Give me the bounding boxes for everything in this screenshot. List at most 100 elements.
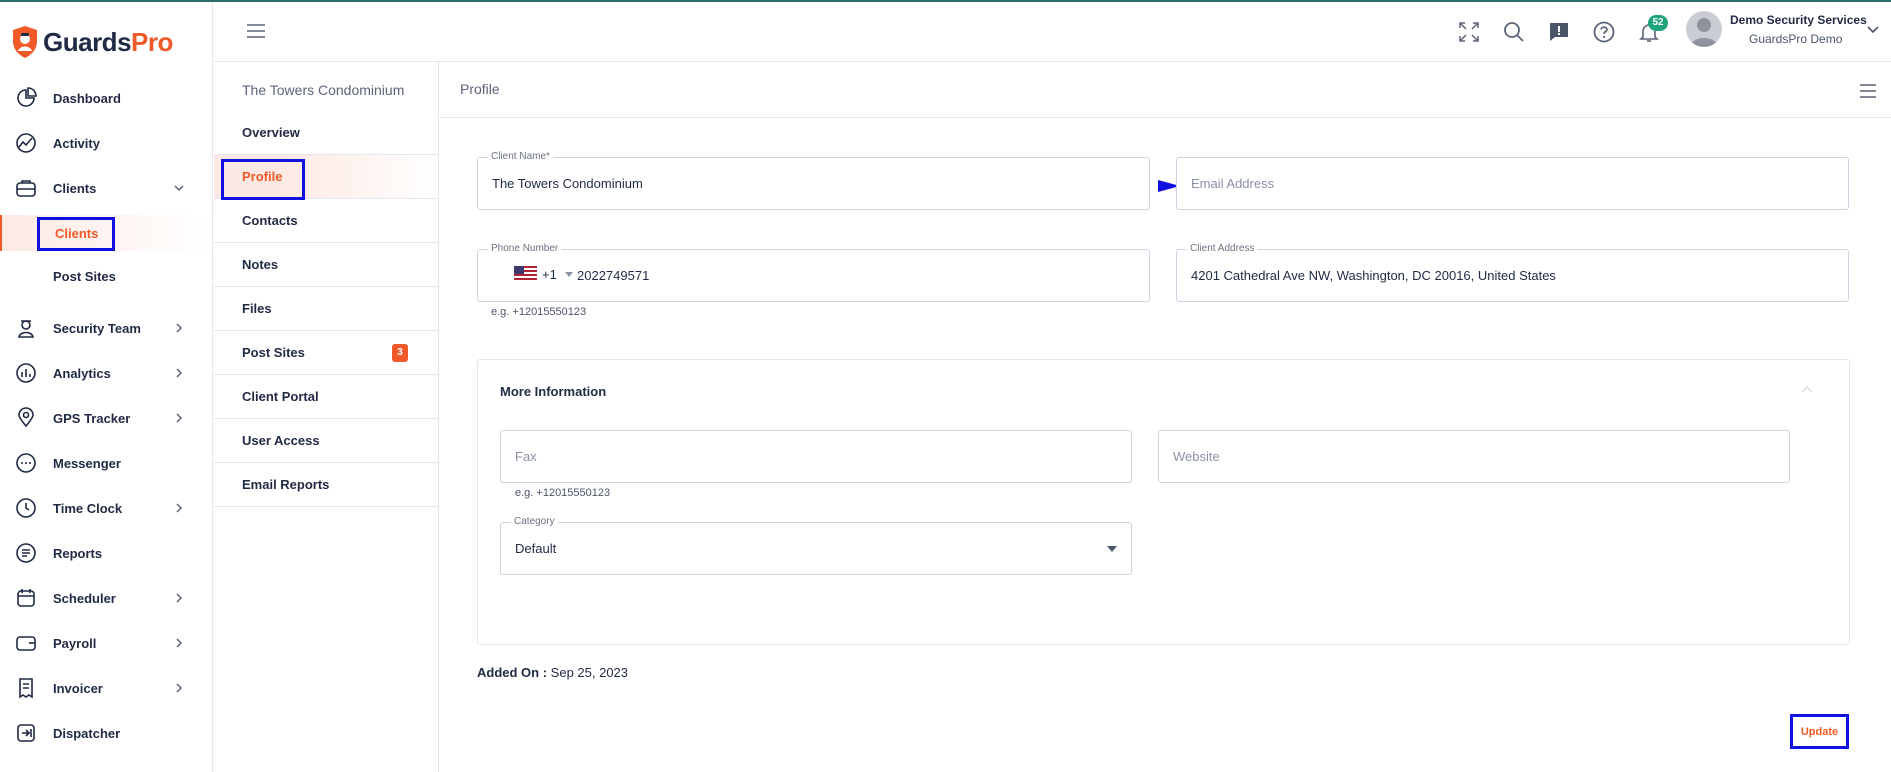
client-subnav: The Towers Condominium Overview Profile … [214,62,439,772]
sidebar-item-label: Analytics [53,365,111,381]
field-label: Category [511,516,558,527]
invoice-icon [19,678,33,699]
top-header: 52 Demo Security Services GuardsPro Demo [214,2,1891,62]
sidebar-item-label: Time Clock [53,500,123,516]
tab-notes[interactable]: Notes [214,243,438,287]
sidebar-item-label: Dashboard [53,90,121,106]
client-address-value: 4201 Cathedral Ave NW, Washington, DC 20… [1191,268,1556,283]
sidebar-item-label: GPS Tracker [53,410,131,426]
sidebar-subitem-post-sites[interactable]: Post Sites [0,258,212,294]
sidebar-item-label: Scheduler [53,590,116,606]
map-pin-icon [18,407,34,428]
fax-hint: e.g. +12015550123 [515,487,611,499]
chevron-up-icon[interactable] [1800,384,1814,394]
sidebar-item-label: Security Team [53,320,141,336]
sidebar-item-dispatcher[interactable]: Dispatcher [0,713,212,753]
client-title: The Towers Condominium [242,82,405,98]
client-name-field[interactable]: Client Name* The Towers Condominium [477,151,1150,210]
tab-user-access[interactable]: User Access [214,419,438,463]
field-label: Client Name* [488,151,553,162]
tab-files[interactable]: Files [214,287,438,331]
chevron-down-icon [174,185,184,192]
chevron-right-icon [176,368,183,378]
avatar[interactable] [1686,11,1722,47]
tab-label: Overview [242,125,300,140]
sidebar-item-dashboard[interactable]: Dashboard [0,78,212,118]
sidebar-item-gps-tracker[interactable]: GPS Tracker [0,398,212,438]
clock-icon [16,498,36,518]
tab-label: Contacts [242,213,298,228]
chevron-right-icon [176,638,183,648]
analytics-icon [16,363,36,383]
user-company: GuardsPro Demo [1749,32,1843,46]
email-placeholder: Email Address [1191,176,1275,191]
sidebar-item-activity[interactable]: Activity [0,123,212,163]
chevron-right-icon [176,683,183,693]
guardspro-logo-icon [13,26,37,58]
more-information-panel: More Information Fax e.g. +12015550123 W… [477,359,1850,645]
guard-icon [18,320,34,338]
chevron-down-icon[interactable] [1866,23,1880,37]
sidebar-item-invoicer[interactable]: Invoicer [0,668,212,708]
feedback-icon[interactable] [1547,20,1571,44]
search-icon[interactable] [1502,20,1526,44]
sidebar-item-label: Activity [53,135,100,151]
logo[interactable]: GuardsPro [11,22,173,62]
added-on-label: Added On : [477,665,548,680]
email-field[interactable]: Email Address [1176,157,1849,210]
phone-field[interactable]: Phone Number +1 2022749571 [477,243,1150,302]
fax-field[interactable]: Fax [500,430,1132,483]
update-button[interactable]: Update [1790,714,1849,749]
help-icon[interactable] [1592,20,1616,44]
sidebar-item-reports[interactable]: Reports [0,533,212,573]
chat-icon [16,453,36,473]
sidebar-item-label: Clients [55,225,99,241]
tab-contacts[interactable]: Contacts [214,199,438,243]
sidebar-item-time-clock[interactable]: Time Clock [0,488,212,528]
tab-email-reports[interactable]: Email Reports [214,463,438,507]
tab-label: Email Reports [242,477,330,492]
sidebar-item-clients[interactable]: Clients [0,168,212,208]
tab-profile[interactable]: Profile [214,155,438,199]
hamburger-menu-icon[interactable] [246,23,266,39]
tab-client-portal[interactable]: Client Portal [214,375,438,419]
sidebar-item-label: Dispatcher [53,725,121,741]
sidebar-item-label: Invoicer [53,680,103,696]
activity-icon [16,133,36,153]
sidebar-item-scheduler[interactable]: Scheduler [0,578,212,618]
chevron-right-icon [176,503,183,513]
fullscreen-icon[interactable] [1457,20,1481,44]
more-information-title: More Information [500,384,607,399]
fax-placeholder: Fax [515,449,537,464]
sidebar-item-label: Reports [53,545,103,561]
sidebar-item-label: Payroll [53,635,97,651]
sidebar-item-label: Clients [53,180,97,196]
tab-label: Client Portal [242,389,319,404]
tab-label: Profile [242,169,283,184]
main-title-bar: Profile [439,62,1891,118]
sidebar-item-messenger[interactable]: Messenger [0,443,212,483]
sidebar-item-security-team[interactable]: Security Team [0,308,212,348]
logo-text: GuardsPro [43,26,173,57]
post-sites-count-badge: 3 [392,343,408,362]
sidebar-item-analytics[interactable]: Analytics [0,353,212,393]
dial-code[interactable]: +1 [542,267,557,282]
tab-label: Post Sites [242,345,305,360]
client-address-field[interactable]: Client Address 4201 Cathedral Ave NW, Wa… [1176,243,1849,302]
tab-post-sites[interactable]: Post Sites 3 [214,331,438,375]
category-select[interactable]: Category Default [500,516,1132,575]
options-menu-icon[interactable] [1859,84,1877,98]
wallet-icon [16,636,36,651]
tab-label: User Access [242,433,320,448]
caret-down-icon[interactable] [565,272,573,278]
category-value: Default [515,541,557,556]
tab-overview[interactable]: Overview [214,111,438,155]
user-avatar-icon [1690,18,1718,47]
us-flag-icon [514,266,537,280]
caret-down-icon [1107,546,1117,552]
website-field[interactable]: Website [1158,430,1790,483]
sidebar-subitem-clients[interactable]: Clients [0,215,212,251]
reports-icon [16,543,36,563]
sidebar-item-payroll[interactable]: Payroll [0,623,212,663]
field-label: Client Address [1187,243,1258,254]
